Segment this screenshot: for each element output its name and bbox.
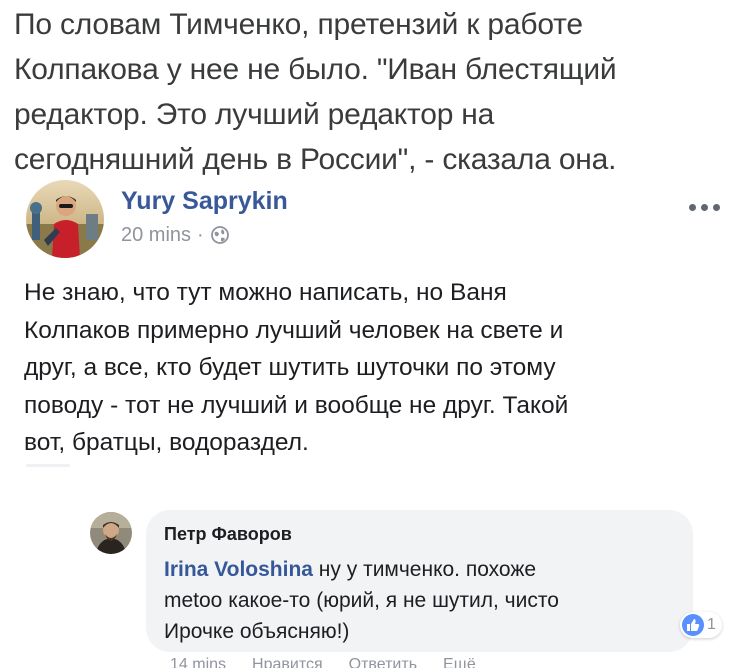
post-text-line: друг, а все, кто будет шутить шуточки по… [24,354,556,381]
comment-text-line: Ирочке объясняю!) [164,620,350,643]
reaction-count: 1 [707,616,716,633]
post-text-line: Не знаю, что тут можно написать, но Ваня [24,279,507,306]
more-options-icon[interactable] [680,196,728,218]
comment-timestamp[interactable]: 14 mins [170,656,226,668]
mention-link[interactable]: Irina Voloshina [164,558,313,581]
reaction-summary[interactable]: 1 [680,612,722,638]
more-link[interactable]: Ещё [443,656,476,668]
like-link[interactable]: Нравится [252,656,323,668]
post-text: Не знаю, что тут можно написать, но Ваня… [24,274,739,462]
comment-text-line: Irina Voloshina ну у тимченко. похоже [164,554,684,585]
comment-text: Irina Voloshina ну у тимченко. похоже me… [164,554,684,647]
article-line: сегодняшний день в России", - сказала он… [14,143,617,176]
meta-separator: · [197,223,204,246]
comment-author-avatar[interactable] [90,512,132,554]
comment-text-line: metoo какое-то (юрий, я не шутил, чисто [164,589,559,612]
comment-text-fragment: ну у тимченко. похоже [312,558,537,581]
comment-author-name[interactable]: Петр Фаворов [164,524,292,545]
globe-icon[interactable] [210,225,230,245]
article-line: редактор. Это лучший редактор на [14,98,495,131]
post-author-name[interactable]: Yury Saprykin [121,187,288,216]
post-text-line: вот, братцы, водораздел. [24,429,309,456]
comment-actions: 14 mins Нравится Ответить Ещё [170,656,590,668]
article-line: Колпакова у нее не было. "Иван блестящий [14,53,617,86]
like-icon [682,614,704,636]
post-meta: 20 mins · [121,223,230,247]
article-excerpt: По словам Тимченко, претензий к работе К… [14,2,739,182]
reply-link[interactable]: Ответить [349,656,417,668]
post-text-line: поводу - тот не лучший и вообще не друг.… [24,391,569,419]
post-timestamp[interactable]: 20 mins [121,224,191,247]
comment-bubble: Петр Фаворов Irina Voloshina ну у тимчен… [146,510,693,652]
post-text-line: Колпаков примерно лучший человек на свет… [24,316,564,344]
post-author-avatar[interactable] [26,180,104,258]
divider [26,464,70,467]
article-line: По словам Тимченко, претензий к работе [14,8,583,41]
